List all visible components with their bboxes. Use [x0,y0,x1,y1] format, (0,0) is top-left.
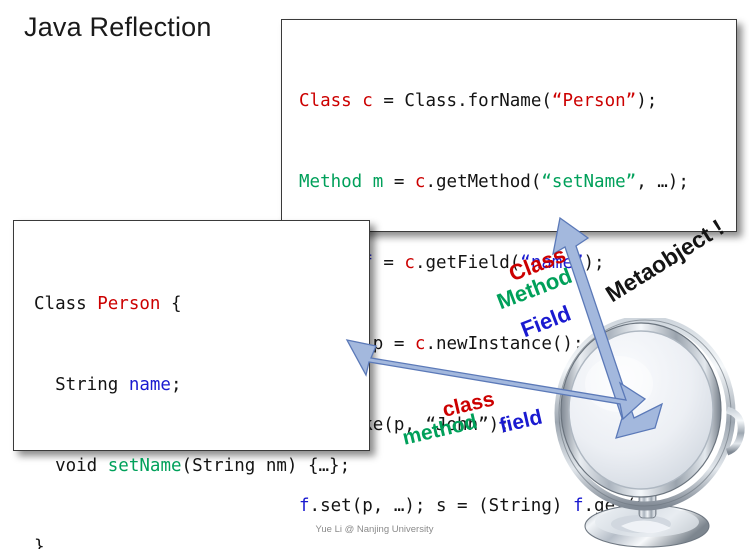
page-title: Java Reflection [24,12,212,42]
code-token: Person [97,294,161,314]
reflection-code-box: Class c = Class.forName(“Person”); Metho… [281,19,737,516]
code-line: Method m = c.getMethod(“setName”, …); [299,169,736,196]
code-line: Class c = Class.forName(“Person”); [299,88,736,115]
code-token: } [34,537,45,549]
code-token: Class [34,294,98,314]
code-token: setName [107,456,182,476]
code-line: void setName(String nm) {…}; [34,453,369,480]
code-token: Class [299,91,352,111]
code-token: “setName” [541,172,637,192]
code-token: Method [299,172,363,192]
code-token: c [414,172,426,192]
code-line: Class Person { [34,291,369,318]
person-code-box: Class Person { String name; void setName… [13,220,370,549]
code-line: String name; [34,372,369,399]
code-token: = Class.forName( [372,91,552,111]
footer-credit: Yue Li @ Nanjing University [315,524,434,535]
code-token: ; [170,375,182,395]
code-token: void [34,456,108,476]
vanity-mirror-illustration [551,318,749,549]
slide-canvas: Java Reflection Class c = Class.forName(… [0,0,749,549]
code-token: c [414,334,426,354]
code-token: name [128,375,171,395]
code-token: { [160,294,182,314]
code-token: c [404,253,415,273]
code-token: = [383,172,415,192]
code-token: = [372,253,405,273]
code-token: .getMethod( [425,172,542,192]
code-token: , …); [636,172,689,192]
code-line: } [34,534,369,549]
code-token: ); [636,91,658,111]
code-token: c [362,91,373,111]
code-token: “Person” [551,91,637,111]
code-token: m [372,172,384,192]
code-token: ); [583,253,605,273]
code-token: (String nm) {…}; [181,456,351,476]
code-token: String [34,375,129,395]
